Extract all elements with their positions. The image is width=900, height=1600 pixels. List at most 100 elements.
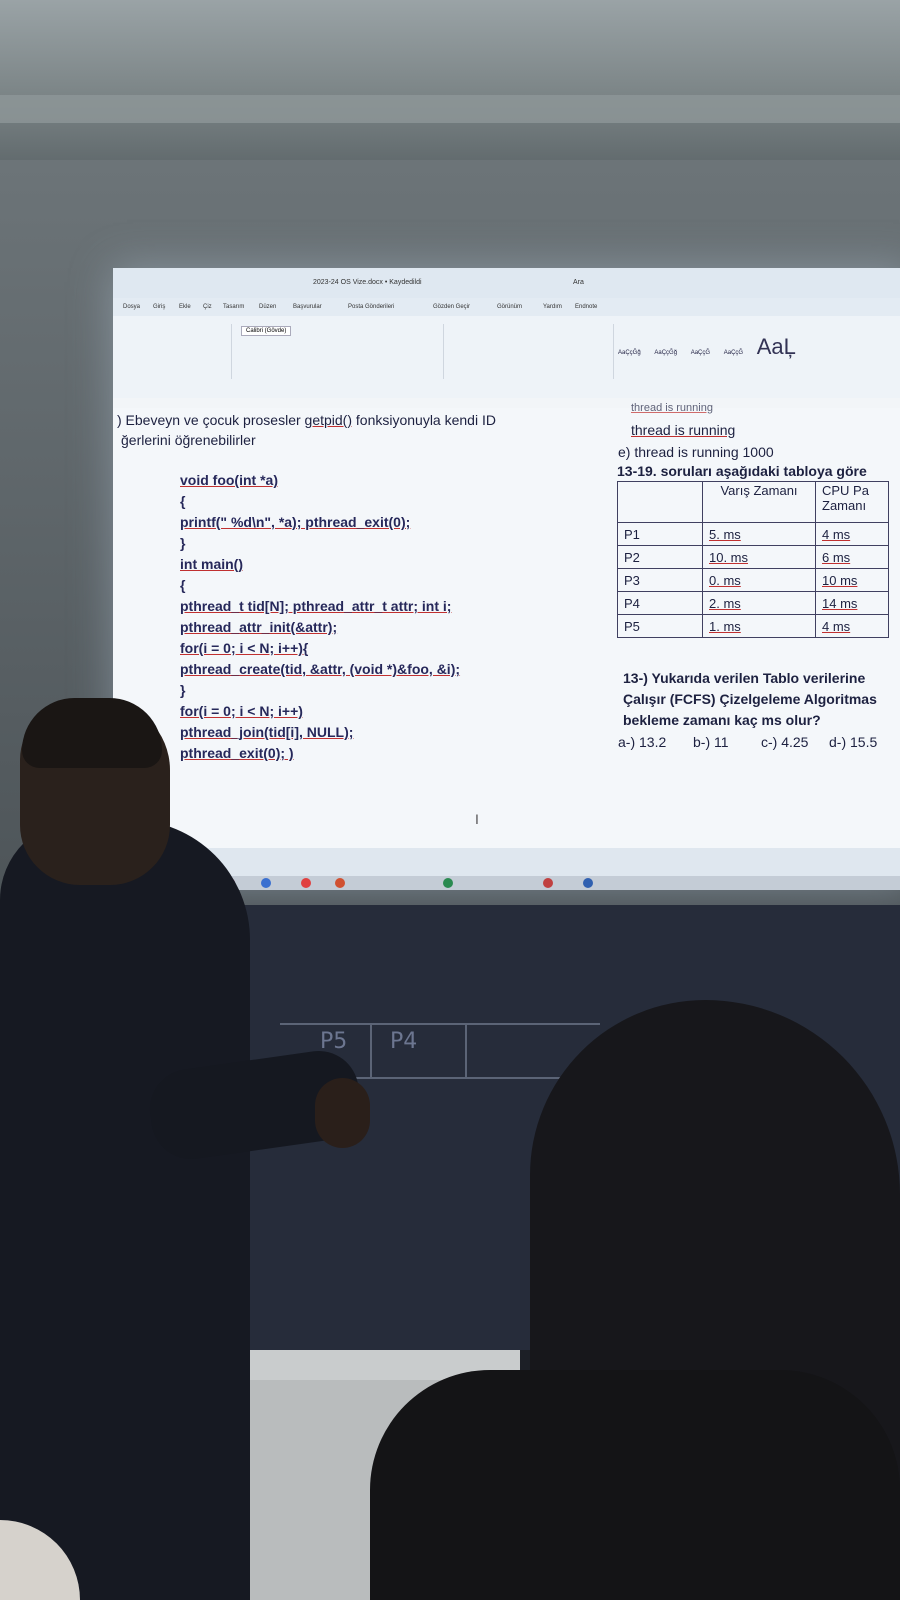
ceiling: [0, 0, 900, 170]
intro-line-1: ) Ebeveyn ve çocuk prosesler getpid() fo…: [117, 412, 496, 428]
table-heading: 13-19. soruları aşağıdaki tabloya göre: [617, 463, 867, 479]
app-icon[interactable]: [543, 878, 553, 888]
code-line: {: [180, 493, 186, 509]
process-cell: P2: [617, 545, 703, 569]
menu-draw[interactable]: Çiz: [203, 304, 212, 310]
option-d: thread is running: [631, 422, 736, 438]
menu-references[interactable]: Başvurular: [293, 304, 322, 310]
style-normal[interactable]: AaÇçĞğ: [618, 350, 641, 356]
code-line: }: [180, 535, 186, 551]
style-heading-2[interactable]: AaÇçĞ: [724, 350, 743, 356]
text-cursor-icon: I: [475, 811, 479, 827]
code-line: for(i = 0; i < N; i++){: [180, 640, 309, 656]
app-icon[interactable]: [443, 878, 453, 888]
styles-gallery: AaÇçĞğ AaÇçĞğ AaÇçĞ AaÇçĞ AaĻ: [618, 334, 808, 360]
teacher-hair: [22, 698, 162, 768]
question-line-3: bekleme zamanı kaç ms olur?: [623, 712, 821, 728]
font-group: Calibri (Gövde): [233, 324, 444, 379]
font-name-box[interactable]: Calibri (Gövde): [241, 326, 292, 336]
app-icon[interactable]: [261, 878, 271, 888]
question-line-1: 13-) Yukarıda verilen Tablo verilerine: [623, 670, 866, 686]
menu-endnote[interactable]: Endnote: [575, 304, 597, 310]
process-cell: P1: [617, 522, 703, 546]
chalk-line: [465, 1023, 467, 1079]
app-icon[interactable]: [335, 878, 345, 888]
code-line: pthread_t tid[N]; pthread_attr_t attr; i…: [180, 598, 452, 614]
menu-mailings[interactable]: Posta Gönderileri: [348, 304, 394, 310]
code-line: pthread_exit(0); ): [180, 745, 294, 761]
answer-d: d-) 15.5: [829, 734, 878, 750]
process-cell: P4: [617, 591, 703, 615]
status-bar: [113, 848, 900, 876]
document-page: ) Ebeveyn ve çocuk prosesler getpid() fo…: [113, 402, 900, 848]
clipboard-group: [113, 324, 232, 379]
table-header-row: Varış Zamanı CPU Pa Zamanı: [617, 481, 889, 523]
header-cell: CPU Pa Zamanı: [815, 481, 889, 523]
student-body: [370, 1370, 900, 1600]
menu-review[interactable]: Gözden Geçir: [433, 304, 470, 310]
answer-a: a-) 13.2: [618, 734, 667, 750]
menu-help[interactable]: Yardım: [543, 304, 562, 310]
burst-cell: 4 ms: [815, 614, 889, 638]
burst-cell: 4 ms: [815, 522, 889, 546]
code-line: int main(): [180, 556, 243, 572]
burst-cell: 14 ms: [815, 591, 889, 615]
answer-b: b-) 11: [693, 734, 729, 750]
burst-cell: 10 ms: [815, 568, 889, 592]
app-icon[interactable]: [583, 878, 593, 888]
cut-off-line: thread is running: [631, 402, 713, 414]
intro-line-2: ğerlerini öğrenebilirler: [121, 432, 256, 448]
question-line-2: Çalışır (FCFS) Çizelgeleme Algoritmas: [623, 691, 877, 707]
teacher-hand: [315, 1078, 370, 1148]
chalk-line: [280, 1023, 600, 1025]
fcfs-table: Varış Zamanı CPU Pa Zamanı P1 5. ms 4 ms…: [617, 481, 889, 638]
table-row: P1 5. ms 4 ms: [617, 522, 889, 546]
header-cell: [617, 481, 703, 523]
projected-word-window: 2023-24 OS Vize.docx • Kaydedildi Ara Do…: [113, 268, 900, 890]
chalk-label: P4: [390, 1029, 418, 1054]
code-line: pthread_create(tid, &attr, (void *)&foo,…: [180, 661, 461, 677]
process-cell: P3: [617, 568, 703, 592]
teacher-silhouette: [0, 820, 250, 1600]
style-title[interactable]: AaĻ: [757, 334, 796, 360]
style-no-spacing[interactable]: AaÇçĞğ: [654, 350, 677, 356]
table-row: P3 0. ms 10 ms: [617, 568, 889, 592]
option-e: e) thread is running 1000: [618, 444, 774, 460]
document-title: 2023-24 OS Vize.docx • Kaydedildi: [313, 279, 422, 286]
arrival-cell: 2. ms: [702, 591, 816, 615]
arrival-cell: 0. ms: [702, 568, 816, 592]
header-cell: Varış Zamanı: [702, 481, 816, 523]
menu-view[interactable]: Görünüm: [497, 304, 522, 310]
menu-design[interactable]: Tasarım: [223, 304, 244, 310]
code-line: pthread_join(tid[i], NULL);: [180, 724, 354, 740]
code-line: void foo(int *a): [180, 472, 278, 488]
ceiling-beam: [0, 95, 900, 123]
style-heading-1[interactable]: AaÇçĞ: [691, 350, 710, 356]
menu-bar: Dosya Giriş Ekle Çiz Tasarım Düzen Başvu…: [113, 298, 900, 316]
code-line: pthread_attr_init(&attr);: [180, 619, 338, 635]
answer-c: c-) 4.25: [761, 734, 809, 750]
table-row: P4 2. ms 14 ms: [617, 591, 889, 615]
menu-file[interactable]: Dosya: [123, 304, 140, 310]
code-line: printf(" %d\n", *a); pthread_exit(0);: [180, 514, 411, 530]
intro-func: getpid(): [304, 412, 352, 428]
chalk-line: [370, 1023, 372, 1079]
burst-cell: 6 ms: [815, 545, 889, 569]
menu-home[interactable]: Giriş: [153, 304, 165, 310]
app-icon[interactable]: [301, 878, 311, 888]
table-row: P2 10. ms 6 ms: [617, 545, 889, 569]
arrival-cell: 1. ms: [702, 614, 816, 638]
code-line: }: [180, 682, 186, 698]
paragraph-group: [445, 324, 614, 379]
title-bar: 2023-24 OS Vize.docx • Kaydedildi Ara: [113, 268, 900, 298]
intro-suffix: fonksiyonuyla kendi ID: [352, 412, 496, 428]
arrival-cell: 5. ms: [702, 522, 816, 546]
menu-insert[interactable]: Ekle: [179, 304, 191, 310]
process-cell: P5: [617, 614, 703, 638]
arrival-cell: 10. ms: [702, 545, 816, 569]
ribbon: Calibri (Gövde) AaÇçĞğ AaÇçĞğ AaÇçĞ AaÇç…: [113, 316, 900, 399]
menu-layout[interactable]: Düzen: [259, 304, 276, 310]
code-line: {: [180, 577, 186, 593]
search-box[interactable]: Ara: [573, 279, 584, 286]
code-line: for(i = 0; i < N; i++): [180, 703, 303, 719]
